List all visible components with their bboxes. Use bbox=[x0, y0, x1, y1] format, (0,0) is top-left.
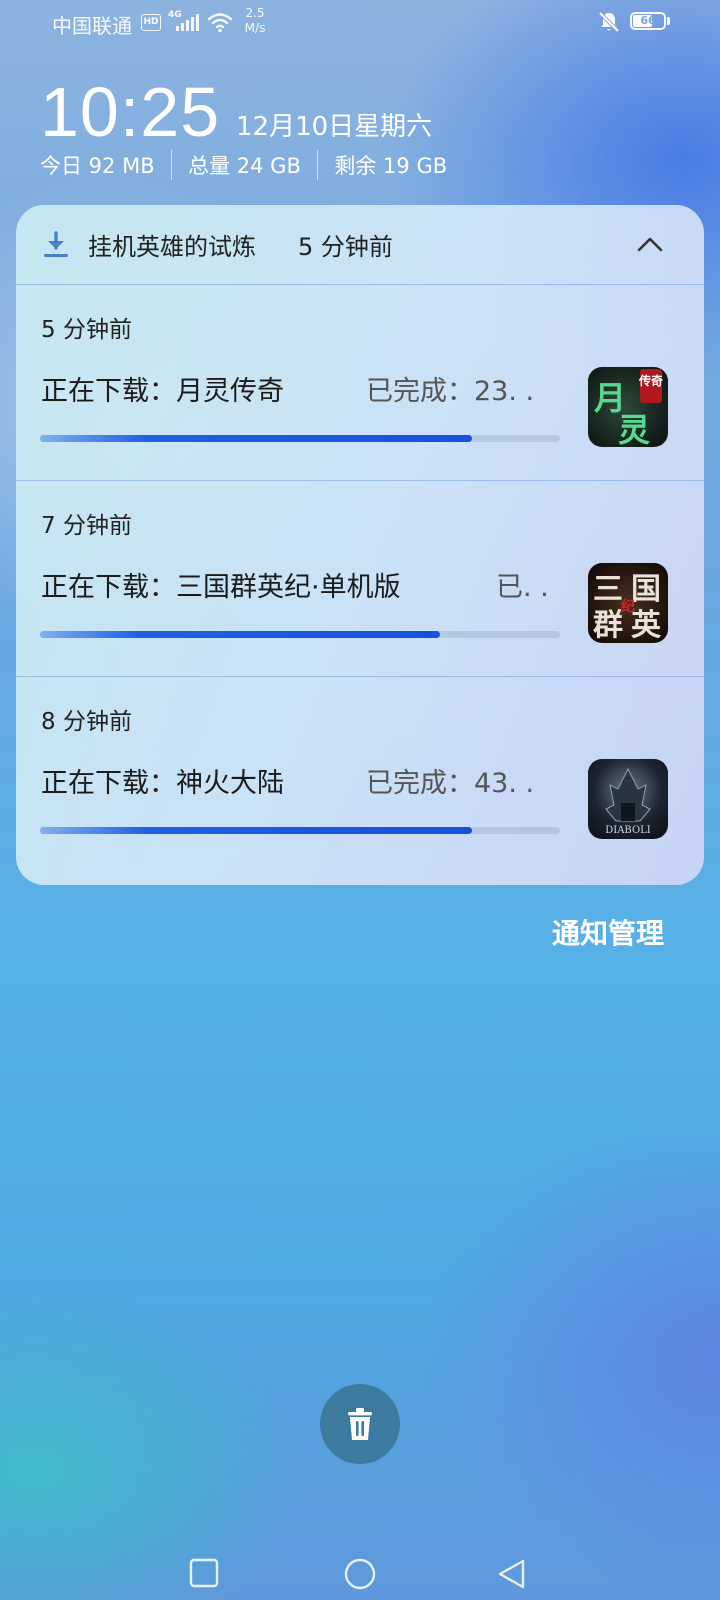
download-progress-fill bbox=[40, 631, 441, 638]
speed-unit: M/s bbox=[244, 21, 266, 35]
wifi-icon bbox=[207, 13, 233, 33]
download-notification[interactable]: 8 分钟前 正在下载：神火大陆 已完成：43. . DIABOLI bbox=[16, 677, 704, 873]
signal-icon bbox=[176, 14, 199, 31]
carrier-name: 中国联通 bbox=[52, 14, 132, 38]
app-icon-char: 英 bbox=[631, 608, 662, 643]
status-bar: 中国联通 HD 4G 2.5 M/s 66 bbox=[0, 0, 720, 46]
download-progress bbox=[40, 435, 560, 442]
battery-tip bbox=[667, 17, 670, 25]
notification-title: 正在下载：神火大陆 bbox=[41, 768, 284, 799]
notification-group-header[interactable]: 挂机英雄的试炼 5 分钟前 bbox=[16, 205, 704, 284]
app-icon-yueling: 月 灵 传奇 bbox=[588, 367, 668, 447]
notification-time: 5 分钟前 bbox=[41, 317, 132, 343]
app-icon-sanguo: 三 国 群 英 纪 bbox=[588, 563, 668, 643]
notification-manage-link[interactable]: 通知管理 bbox=[552, 912, 664, 952]
notification-title: 正在下载：三国群英纪·单机版 bbox=[41, 572, 401, 603]
app-icon-char: 三 bbox=[593, 572, 623, 607]
download-icon bbox=[44, 231, 68, 257]
notification-time: 7 分钟前 bbox=[41, 513, 132, 539]
chevron-up-icon[interactable] bbox=[636, 231, 664, 259]
clear-all-button[interactable] bbox=[320, 1384, 400, 1464]
app-icon-badge: 传奇 bbox=[638, 373, 663, 388]
notification-status: 已完成：23. . bbox=[366, 376, 535, 407]
square-icon[interactable] bbox=[189, 1558, 219, 1588]
battery-level: 66 bbox=[640, 14, 656, 27]
battery-icon: 66 bbox=[630, 12, 666, 30]
lockscreen-date: 12月10日星期六 bbox=[236, 112, 433, 142]
triangle-back-icon[interactable] bbox=[496, 1558, 526, 1590]
download-progress bbox=[40, 827, 560, 834]
download-notification[interactable]: 7 分钟前 正在下载：三国群英纪·单机版 已. . 三 国 群 英 纪 bbox=[16, 481, 704, 677]
bell-off-icon bbox=[598, 11, 620, 33]
app-icon-char: 群 bbox=[593, 608, 623, 643]
trash-icon bbox=[348, 1408, 372, 1440]
app-icon-badge: 纪 bbox=[621, 598, 635, 615]
network-speed: 2.5 M/s bbox=[240, 6, 270, 36]
download-notification[interactable]: 5 分钟前 正在下载：月灵传奇 已完成：23. . 月 灵 传奇 bbox=[16, 285, 704, 481]
storage-total: 总量 24 GB bbox=[188, 154, 301, 178]
app-icon-art: 三 国 群 英 纪 bbox=[593, 572, 662, 643]
notification-status: 已完成：43. . bbox=[366, 768, 535, 799]
app-icon-art: 月 灵 传奇 bbox=[594, 369, 663, 447]
app-icon-char: 国 bbox=[631, 572, 661, 607]
download-progress-fill bbox=[40, 435, 472, 442]
app-icon-char: 灵 bbox=[618, 411, 650, 447]
download-progress-fill bbox=[40, 827, 472, 834]
notification-app-name: 挂机英雄的试炼 bbox=[88, 233, 256, 261]
notification-group-time: 5 分钟前 bbox=[298, 233, 393, 261]
hd-badge: HD bbox=[141, 14, 161, 31]
navigation-bar bbox=[0, 1530, 720, 1600]
speed-value: 2.5 bbox=[245, 6, 265, 20]
notification-title: 正在下载：月灵传奇 bbox=[41, 376, 284, 407]
app-icon-shenhuo: DIABOLI bbox=[588, 759, 668, 839]
notification-time: 8 分钟前 bbox=[41, 709, 132, 735]
download-progress bbox=[40, 631, 560, 638]
app-icon-char: DIABOLI bbox=[605, 825, 651, 836]
storage-remaining: 剩余 19 GB bbox=[334, 154, 448, 178]
app-icon-art: DIABOLI bbox=[605, 767, 651, 836]
storage-divider bbox=[316, 150, 319, 180]
circle-icon[interactable] bbox=[344, 1558, 376, 1590]
lockscreen-clock: 10:25 bbox=[40, 73, 221, 151]
storage-divider bbox=[170, 150, 173, 180]
storage-today: 今日 92 MB bbox=[40, 154, 155, 178]
notification-group[interactable]: 挂机英雄的试炼 5 分钟前 5 分钟前 正在下载：月灵传奇 已完成：23. . … bbox=[16, 205, 704, 885]
storage-info: 今日 92 MB 总量 24 GB 剩余 19 GB bbox=[40, 150, 447, 180]
notification-status: 已. . bbox=[496, 572, 549, 603]
